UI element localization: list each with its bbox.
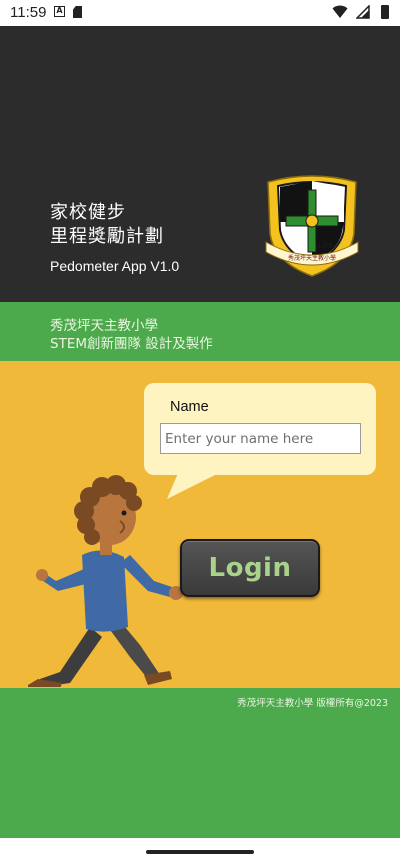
navigation-bar: [0, 838, 400, 864]
running-boy-illustration: [28, 475, 183, 687]
wifi-icon: [332, 5, 348, 18]
app-title-line-1: 家校健步: [50, 202, 126, 223]
status-time: 11:59: [10, 4, 47, 21]
crest-text: LIFE: [318, 243, 333, 250]
app-header: 家校健步 里程獎勵計劃 Pedometer App V1.0 秀茂坪天主教小學 …: [0, 26, 400, 302]
login-area: Name Login: [0, 361, 400, 688]
footer-band: 秀茂坪天主教小學 版權所有@2023: [0, 688, 400, 838]
name-label: Name: [170, 399, 209, 415]
gesture-handle[interactable]: [146, 850, 254, 854]
name-input[interactable]: [160, 423, 361, 454]
login-button[interactable]: Login: [180, 539, 320, 597]
status-bar: 11:59 A: [0, 0, 400, 26]
team-credit: STEM創新團隊 設計及製作: [50, 336, 213, 352]
crest-motto: 秀茂坪天主教小學: [288, 254, 336, 262]
battery-icon: [381, 5, 389, 19]
signal-icon: [356, 5, 370, 19]
copyright-text: 秀茂坪天主教小學 版權所有@2023: [237, 698, 388, 709]
sd-card-icon: [73, 6, 82, 18]
app-title-line-2: 里程獎勵計劃: [50, 226, 164, 247]
school-band: 秀茂坪天主教小學 STEM創新團隊 設計及製作: [0, 302, 400, 361]
text-notification-icon: A: [54, 6, 65, 17]
app-version: Pedometer App V1.0: [50, 258, 180, 274]
school-crest-logo: 秀茂坪天主教小學 LIFE: [265, 175, 359, 277]
school-name: 秀茂坪天主教小學: [50, 318, 158, 334]
